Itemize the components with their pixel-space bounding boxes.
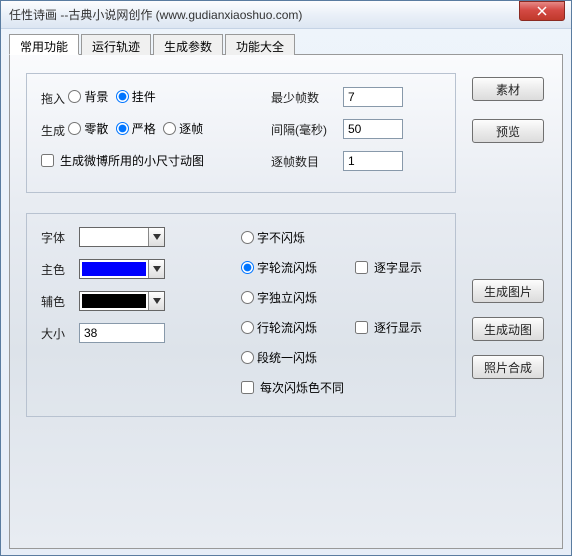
chk-byline[interactable]: 逐行显示 <box>355 319 422 336</box>
material-button[interactable]: 素材 <box>472 77 544 101</box>
tab-trajectory[interactable]: 运行轨迹 <box>81 34 151 55</box>
chk-diff-color[interactable]: 每次闪烁色不同 <box>241 379 344 396</box>
tab-all[interactable]: 功能大全 <box>225 34 295 55</box>
chevron-down-icon <box>148 260 164 278</box>
gen-anim-button[interactable]: 生成动图 <box>472 317 544 341</box>
size-label: 大小 <box>41 325 79 342</box>
radio-segment-flash[interactable]: 段统一闪烁 <box>241 349 317 366</box>
radio-strict[interactable]: 严格 <box>116 120 156 137</box>
titlebar: 任性诗画 --古典小说网创作 (www.gudianxiaoshuo.com) <box>1 1 571 29</box>
window-title: 任性诗画 --古典小说网创作 (www.gudianxiaoshuo.com) <box>9 6 519 23</box>
side-buttons-bottom: 生成图片 生成动图 照片合成 <box>472 279 544 379</box>
chevron-down-icon <box>148 228 164 246</box>
radio-line-flash[interactable]: 行轮流闪烁 <box>241 319 351 336</box>
font-combo[interactable] <box>79 227 165 247</box>
photo-merge-button[interactable]: 照片合成 <box>472 355 544 379</box>
radio-noflash[interactable]: 字不闪烁 <box>241 229 305 246</box>
tab-strip: 常用功能 运行轨迹 生成参数 功能大全 <box>9 33 563 55</box>
group-frames: 拖入 背景 挂件 最少帧数 生成 零散 严格 逐帧 间隔(毫秒) <box>26 73 456 193</box>
interval-input[interactable] <box>343 119 403 139</box>
aux-color-combo[interactable] <box>79 291 165 311</box>
interval-label: 间隔(毫秒) <box>271 121 343 138</box>
radio-perframe[interactable]: 逐帧 <box>163 120 203 137</box>
radio-background[interactable]: 背景 <box>68 88 108 105</box>
min-frames-label: 最少帧数 <box>271 89 343 106</box>
aux-color-label: 辅色 <box>41 293 79 310</box>
frame-count-input[interactable] <box>343 151 403 171</box>
main-color-swatch <box>82 262 146 276</box>
client-area: 常用功能 运行轨迹 生成参数 功能大全 拖入 背景 挂件 最少帧数 生 <box>1 29 571 557</box>
side-buttons-top: 素材 预览 <box>472 77 544 143</box>
font-label: 字体 <box>41 229 79 246</box>
aux-color-swatch <box>82 294 146 308</box>
size-input[interactable] <box>79 323 165 343</box>
gen-label: 生成 <box>41 124 65 138</box>
chk-bychar[interactable]: 逐字显示 <box>355 259 422 276</box>
main-color-label: 主色 <box>41 261 79 278</box>
app-window: 任性诗画 --古典小说网创作 (www.gudianxiaoshuo.com) … <box>0 0 572 556</box>
main-color-combo[interactable] <box>79 259 165 279</box>
drag-label: 拖入 <box>41 92 65 106</box>
chk-small-thumbnail[interactable]: 生成微博所用的小尺寸动图 <box>41 152 204 169</box>
preview-button[interactable]: 预览 <box>472 119 544 143</box>
radio-pendant[interactable]: 挂件 <box>116 88 156 105</box>
gen-image-button[interactable]: 生成图片 <box>472 279 544 303</box>
close-icon <box>537 6 547 16</box>
min-frames-input[interactable] <box>343 87 403 107</box>
tab-panel: 拖入 背景 挂件 最少帧数 生成 零散 严格 逐帧 间隔(毫秒) <box>9 55 563 549</box>
close-button[interactable] <box>519 1 565 21</box>
radio-rotate-flash[interactable]: 字轮流闪烁 <box>241 259 351 276</box>
chevron-down-icon <box>148 292 164 310</box>
frame-count-label: 逐帧数目 <box>271 153 343 170</box>
tab-genparams[interactable]: 生成参数 <box>153 34 223 55</box>
radio-independent-flash[interactable]: 字独立闪烁 <box>241 289 317 306</box>
radio-scatter[interactable]: 零散 <box>68 120 108 137</box>
tab-common[interactable]: 常用功能 <box>9 34 79 55</box>
group-style: 字体 主色 <box>26 213 456 417</box>
